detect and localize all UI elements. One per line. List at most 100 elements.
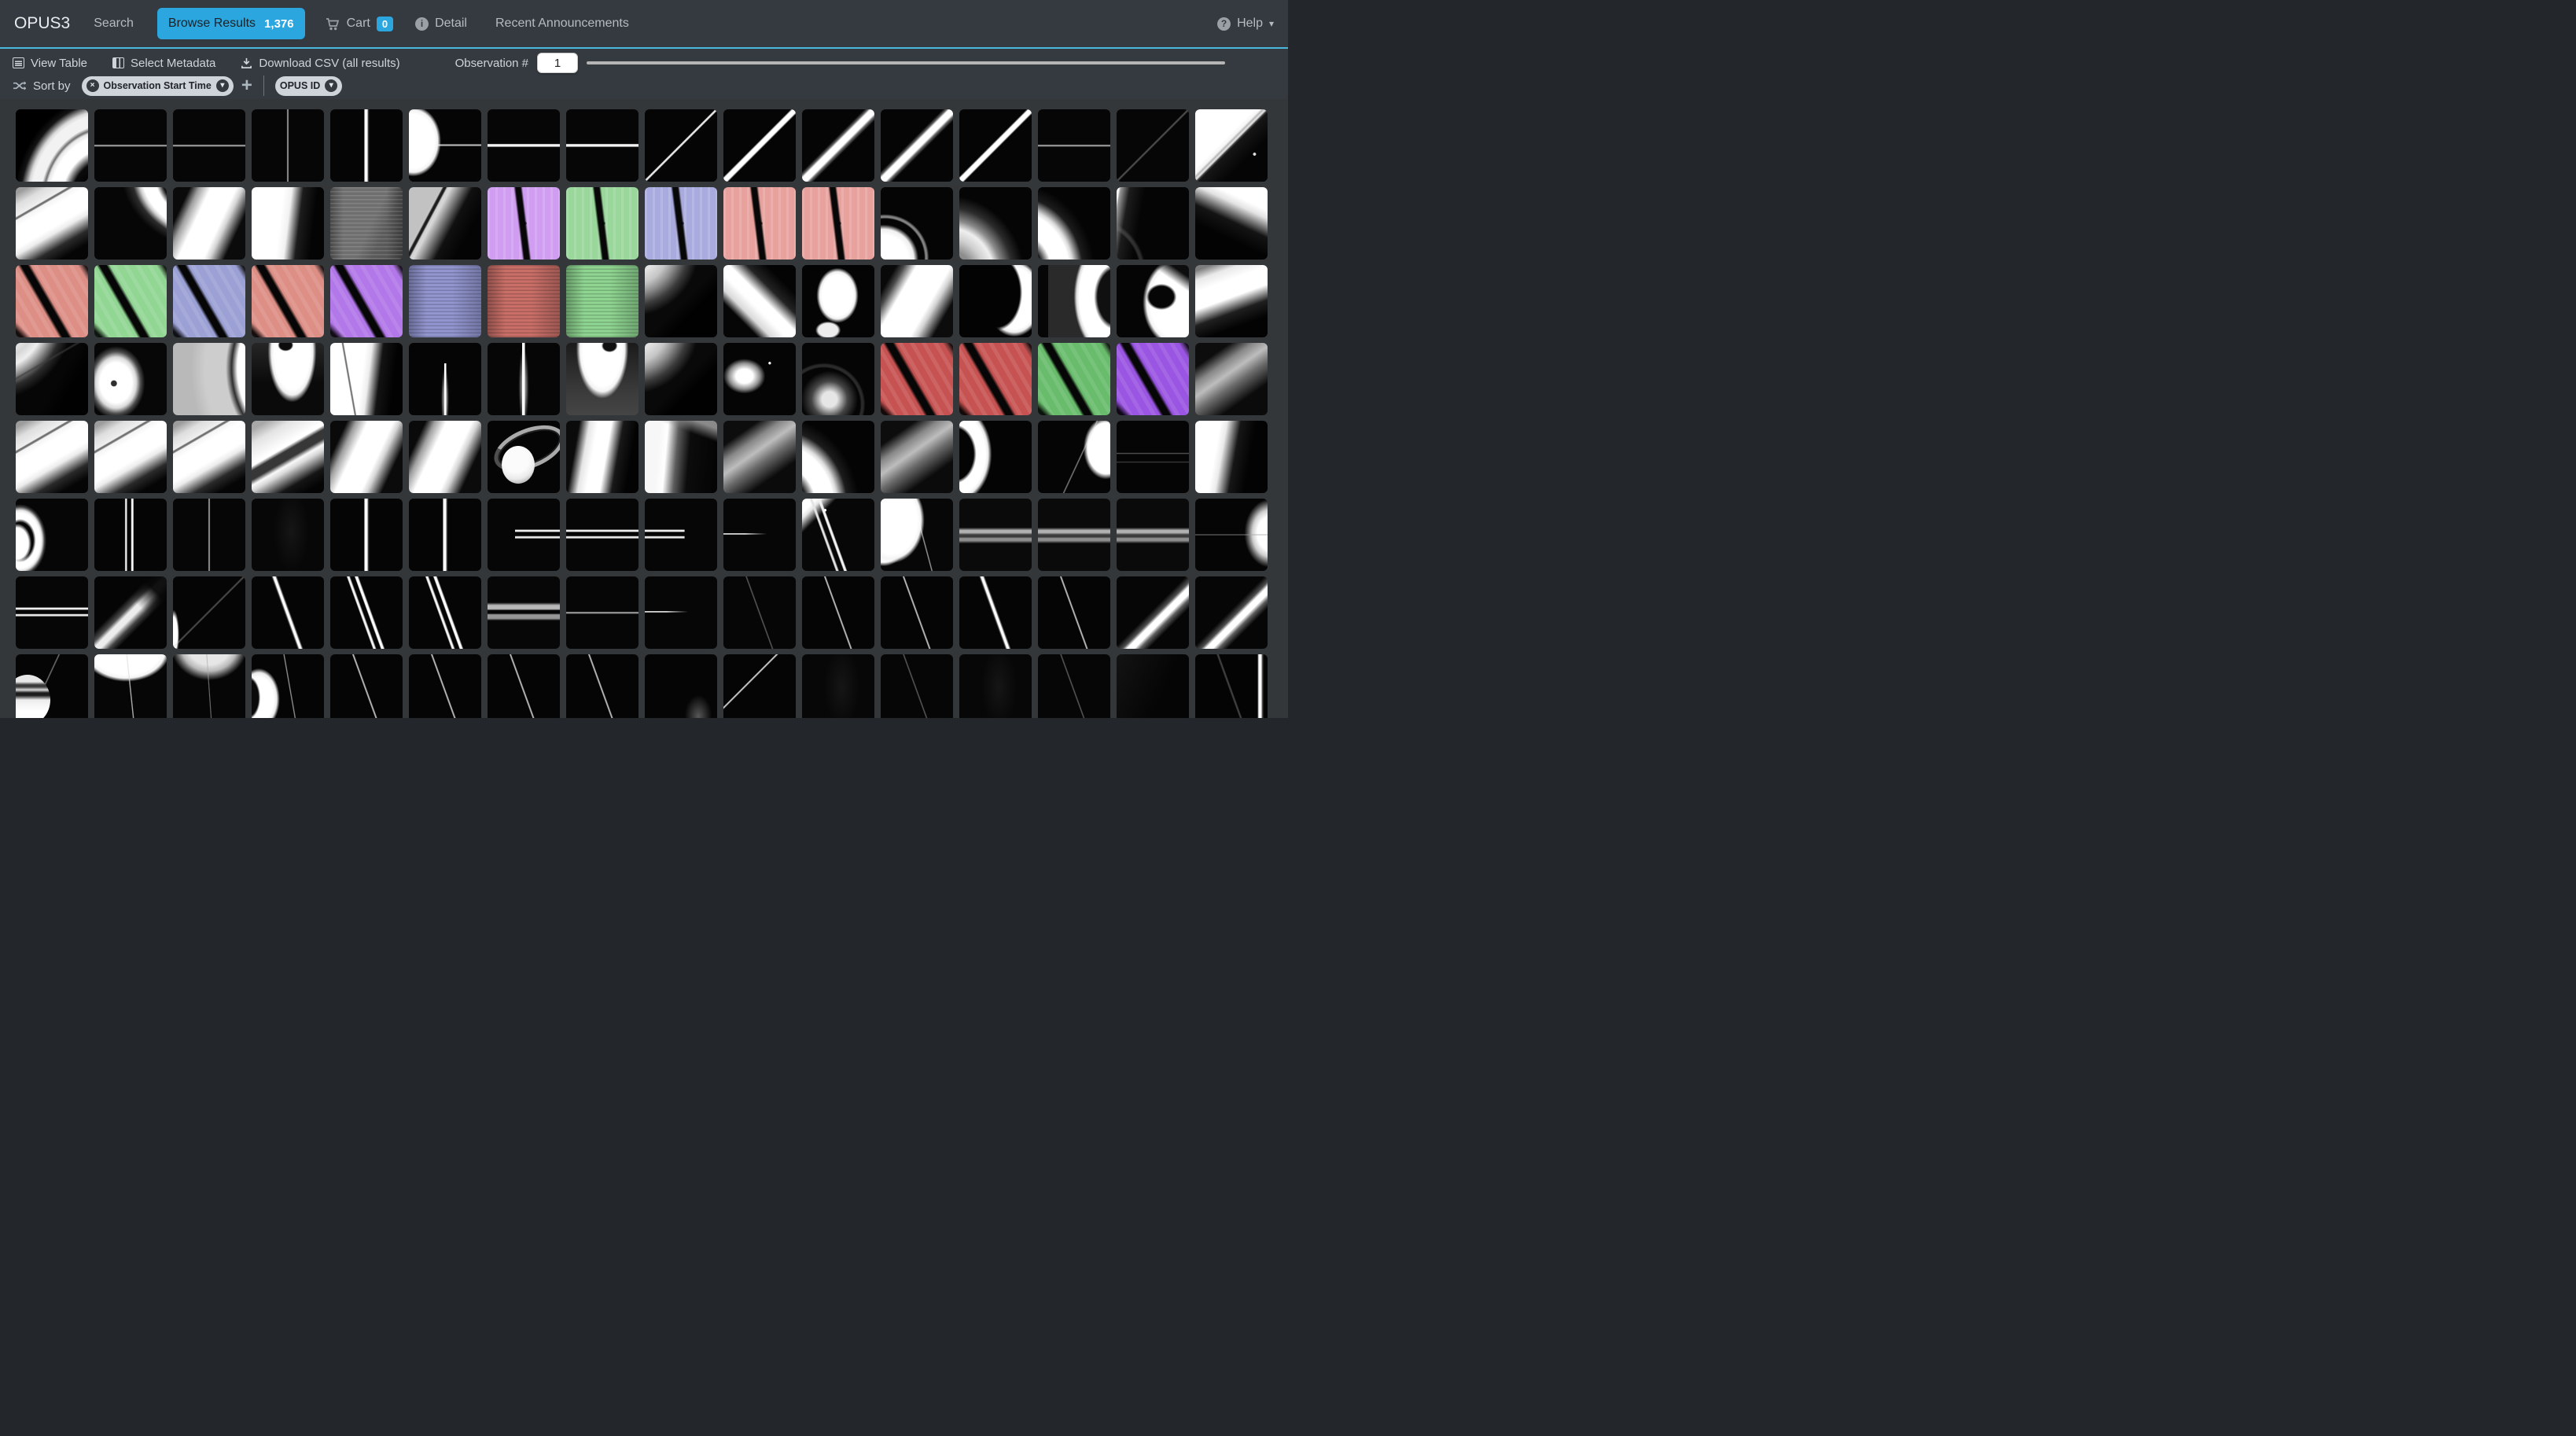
- thumbnail-band-bl[interactable]: [723, 265, 796, 337]
- sort-pill-observation-start-time[interactable]: × Observation Start Time ▾: [82, 76, 234, 96]
- thumbnail-blob-soft[interactable]: [723, 343, 796, 415]
- thumbnail-tint-d[interactable]: [173, 265, 245, 337]
- thumbnail-gray-band2[interactable]: [723, 421, 796, 493]
- thumbnail-saturn-globe[interactable]: [16, 654, 88, 718]
- view-table-button[interactable]: View Table: [13, 57, 87, 70]
- download-csv-button[interactable]: Download CSV (all results): [241, 57, 399, 70]
- thumbnail-blob-tongue2[interactable]: [566, 343, 638, 415]
- thumbnail-black[interactable]: [252, 499, 324, 571]
- thumbnail-blob-c[interactable]: [802, 265, 874, 337]
- thumbnail-arc-band2[interactable]: [173, 343, 245, 415]
- thumbnail-diag-steep-f[interactable]: [409, 654, 481, 718]
- thumbnail-arc1[interactable]: [16, 109, 88, 182]
- thumbnail-blob-glow[interactable]: [94, 343, 167, 415]
- thumbnail-saturn[interactable]: [488, 421, 560, 493]
- thumbnail-band-vert[interactable]: [252, 187, 324, 260]
- thumbnail-vline-edge-r[interactable]: [1195, 654, 1268, 718]
- thumbnail-diag-streak45[interactable]: [1117, 576, 1189, 649]
- thumbnail-tint-v[interactable]: [566, 187, 638, 260]
- tab-detail[interactable]: i Detail: [415, 17, 467, 31]
- select-metadata-button[interactable]: Select Metadata: [112, 57, 215, 70]
- x-circle-icon[interactable]: ×: [86, 79, 99, 92]
- thumbnail-vline-f[interactable]: [173, 499, 245, 571]
- thumbnail-grayband1[interactable]: [94, 421, 167, 493]
- thumbnail-hline-short-l[interactable]: [723, 499, 796, 571]
- thumbnail-blob-hline[interactable]: [409, 109, 481, 182]
- thumbnail-gray-band2[interactable]: [881, 421, 953, 493]
- thumbnail-ellipse-l[interactable]: [16, 499, 88, 571]
- thumbnail-band-diag[interactable]: [173, 187, 245, 260]
- thumbnail-grayband1[interactable]: [16, 421, 88, 493]
- thumbnail-hline-dbl[interactable]: [16, 576, 88, 649]
- thumbnail-diag2[interactable]: [723, 109, 796, 182]
- thumbnail-diag-up[interactable]: [723, 654, 796, 718]
- thumbnail-hline-f[interactable]: [566, 576, 638, 649]
- thumbnail-sliver-bl[interactable]: [173, 576, 245, 649]
- thumbnail-band-diag[interactable]: [409, 421, 481, 493]
- thumbnail-tint-scan[interactable]: [488, 265, 560, 337]
- thumbnail-blob-tongue[interactable]: [252, 343, 324, 415]
- thumbnail-black[interactable]: [802, 654, 874, 718]
- thumbnail-tint-scan[interactable]: [566, 265, 638, 337]
- observation-slider-track[interactable]: [587, 61, 1225, 64]
- thumbnail-hband[interactable]: [1117, 499, 1189, 571]
- thumbnail-diag-steep-f[interactable]: [802, 576, 874, 649]
- thumbnail-crescent-r[interactable]: [959, 265, 1032, 337]
- thumbnail-diag-vf[interactable]: [1117, 109, 1189, 182]
- thumbnail-swirl-gray[interactable]: [959, 187, 1032, 260]
- thumbnail-arc-white[interactable]: [1038, 187, 1110, 260]
- tab-recent-announcements[interactable]: Recent Announcements: [495, 17, 629, 31]
- thumbnail-vline-dbl[interactable]: [94, 499, 167, 571]
- thumbnail-wedge-l[interactable]: [1195, 421, 1268, 493]
- thumbnail-arc-c[interactable]: [1038, 265, 1110, 337]
- thumbnail-diag-steep-f[interactable]: [881, 576, 953, 649]
- thumbnail-hline-dbl-l[interactable]: [645, 499, 717, 571]
- thumbnail-tint-d[interactable]: [881, 343, 953, 415]
- thumbnail-hline-b[interactable]: [566, 109, 638, 182]
- thumbnail-diag-steep-dbl[interactable]: [330, 576, 403, 649]
- observation-number-input[interactable]: [537, 53, 578, 73]
- thumbnail-diag2[interactable]: [959, 109, 1032, 182]
- thumbnail-tint-d[interactable]: [94, 265, 167, 337]
- thumbnail-grayband-dark[interactable]: [252, 421, 324, 493]
- thumbnail-vline-b[interactable]: [330, 109, 403, 182]
- tab-search[interactable]: Search: [94, 17, 134, 31]
- thumbnail-grayband1[interactable]: [173, 421, 245, 493]
- thumbnail-swirl[interactable]: [645, 265, 717, 337]
- thumbnail-diag-steep-b[interactable]: [252, 576, 324, 649]
- thumbnail-gray-band2[interactable]: [1195, 343, 1268, 415]
- thumbnail-arc-dim[interactable]: [802, 343, 874, 415]
- thumbnail-band-diag[interactable]: [330, 421, 403, 493]
- thumbnail-diag3[interactable]: [881, 109, 953, 182]
- thumbnail-hline-f[interactable]: [94, 109, 167, 182]
- thumbnail-blob-l-line[interactable]: [881, 499, 953, 571]
- thumbnail-vline-f[interactable]: [252, 109, 324, 182]
- thumbnail-hband-dbl[interactable]: [488, 576, 560, 649]
- thumbnail-tint-d[interactable]: [252, 265, 324, 337]
- thumbnail-hline-dbl[interactable]: [566, 499, 638, 571]
- thumbnail-tint-d[interactable]: [959, 343, 1032, 415]
- tab-cart[interactable]: Cart 0: [326, 17, 393, 31]
- thumbnail-band-mid[interactable]: [881, 265, 953, 337]
- thumbnail-swirl[interactable]: [645, 343, 717, 415]
- thumbnail-diag-steep-f[interactable]: [330, 654, 403, 718]
- thumbnail-gray-scan[interactable]: [330, 187, 403, 260]
- thumbnail-sphere-top[interactable]: [173, 654, 245, 718]
- thumbnail-arc2[interactable]: [94, 187, 167, 260]
- thumbnail-tint-d[interactable]: [1117, 343, 1189, 415]
- brand-link[interactable]: OPUS3: [14, 14, 70, 33]
- thumbnail-grayband1[interactable]: [16, 187, 88, 260]
- thumbnail-diag-steep-f[interactable]: [1038, 576, 1110, 649]
- thumbnail-diag-steep-b[interactable]: [959, 576, 1032, 649]
- thumbnail-blob-r-line[interactable]: [1038, 421, 1110, 493]
- thumbnail-diag-steep-f[interactable]: [566, 654, 638, 718]
- thumbnail-hline-b[interactable]: [488, 109, 560, 182]
- thumbnail-tint-d[interactable]: [1038, 343, 1110, 415]
- thumbnail-arc-c2[interactable]: [959, 421, 1032, 493]
- thumbnail-band-vert2[interactable]: [330, 343, 403, 415]
- thumbnail-diag3[interactable]: [802, 109, 874, 182]
- thumbnail-diag-lines-tr[interactable]: [802, 499, 874, 571]
- arrow-down-circle-icon[interactable]: ▾: [325, 79, 337, 92]
- thumbnail-needle2[interactable]: [488, 343, 560, 415]
- thumbnail-band-tl2[interactable]: [1195, 265, 1268, 337]
